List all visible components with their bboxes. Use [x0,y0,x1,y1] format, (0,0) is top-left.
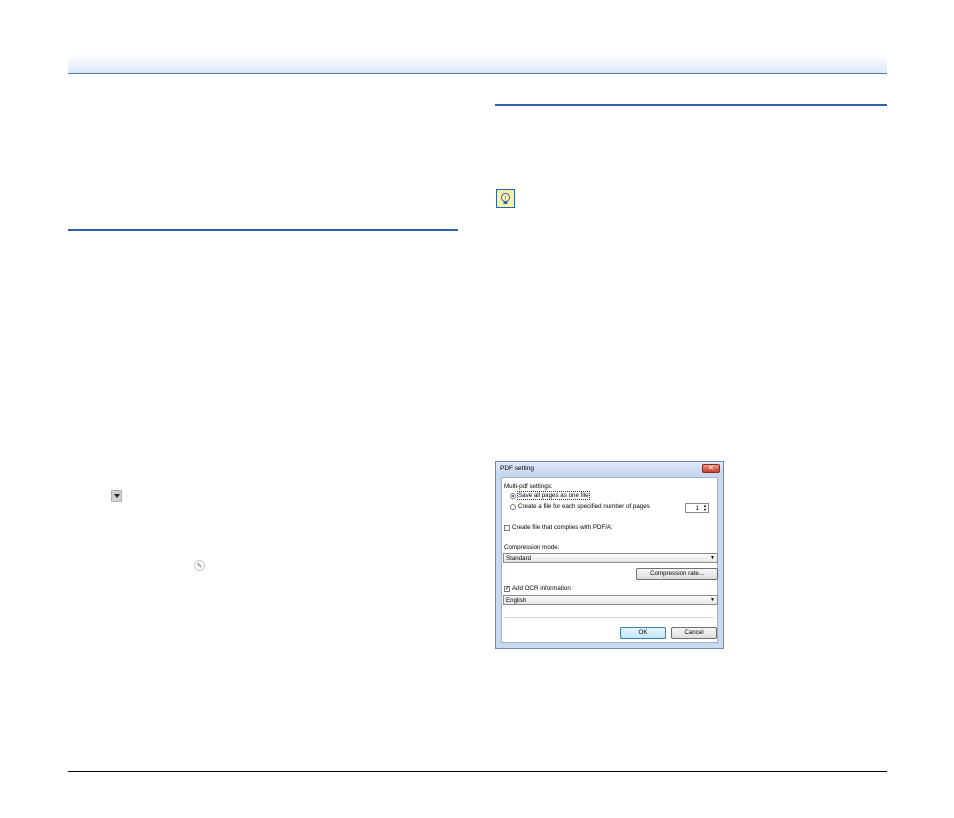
each-pages-radio[interactable] [510,504,516,510]
section-rule-right [495,104,887,106]
compression-mode-label: Compression mode: [504,544,560,551]
dialog-separator [505,617,714,618]
save-all-label[interactable]: Save all pages as one file [517,491,590,500]
close-icon: ✕ [708,465,714,472]
spin-down-icon[interactable]: ▼ [703,507,707,512]
save-all-radio[interactable] [510,493,516,499]
chevron-down-icon: ▼ [710,555,715,561]
each-pages-label[interactable]: Create a file for each specified number … [518,503,650,510]
footer-rule [68,771,887,772]
ok-button[interactable]: OK [620,627,666,639]
compression-mode-select[interactable]: Standard ▼ [503,553,718,563]
compression-rate-button[interactable]: Compression rate... [636,568,718,580]
add-ocr-label: Add OCR information [512,585,571,592]
pdfa-label: Create file that complies with PDF/A: [512,524,613,531]
dialog-client-area: Multi-pdf settings: Save all pages as on… [501,477,718,643]
section-rule-left [68,229,458,231]
add-ocr-checkbox[interactable]: ✓ [504,586,510,592]
ocr-language-select[interactable]: English ▼ [503,595,718,605]
lightbulb-hint-icon [496,189,515,208]
pdfa-checkbox[interactable] [504,525,510,531]
cancel-button[interactable]: Cancel [671,627,717,639]
ocr-language-value: English [506,597,527,604]
compression-mode-value: Standard [506,555,532,562]
pencil-icon: ✎ [194,560,205,571]
chevron-down-icon: ▼ [710,597,715,603]
pdf-setting-dialog: PDF setting ✕ Multi-pdf settings: Save a… [495,461,724,649]
close-button[interactable]: ✕ [702,464,720,473]
dialog-title: PDF setting [500,465,534,472]
dialog-titlebar: PDF setting ✕ [496,462,723,476]
pages-value: 1 [695,505,699,512]
page-header-band [68,54,887,74]
dropdown-arrow-icon [111,490,122,502]
multi-pdf-settings-label: Multi-pdf settings: [504,483,553,490]
pages-stepper[interactable]: 1 ▲ ▼ [685,503,709,513]
